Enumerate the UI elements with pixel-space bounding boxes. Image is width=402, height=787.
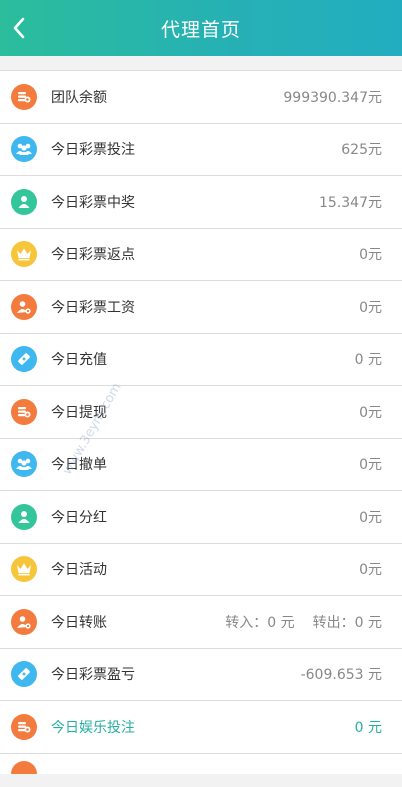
transfer-out-value: 转出：0 元 bbox=[312, 614, 382, 631]
row-value: 0 元 bbox=[354, 719, 382, 736]
row-value: -609.653 元 bbox=[300, 667, 382, 684]
ticket-icon bbox=[11, 661, 37, 688]
team-icon bbox=[11, 451, 37, 478]
user-coin-icon bbox=[11, 293, 37, 320]
row-value: 999390.347元 bbox=[283, 89, 382, 106]
row-label: 今日活动 bbox=[51, 562, 107, 579]
ticket-icon bbox=[11, 346, 37, 373]
transfer-in-value: 转入：0 元 bbox=[225, 614, 295, 631]
row-label: 今日娱乐投注 bbox=[51, 719, 135, 736]
row-label: 今日彩票中奖 bbox=[51, 194, 135, 211]
list-item-recharge[interactable]: 今日充值 0 元 bbox=[0, 334, 402, 386]
list-item-lottery-rebate[interactable]: 今日彩票返点 0元 bbox=[0, 229, 402, 281]
row-label: 今日充值 bbox=[51, 352, 107, 369]
row-value: 0 元 bbox=[354, 352, 382, 369]
row-value: 625元 bbox=[341, 142, 382, 159]
list-item-withdraw[interactable]: 今日提现 0元 bbox=[0, 386, 402, 439]
row-value: 0元 bbox=[359, 247, 382, 264]
coins-icon bbox=[11, 83, 37, 110]
list-item-activity[interactable]: 今日活动 0元 bbox=[0, 544, 402, 596]
list-item-lottery-salary[interactable]: 今日彩票工资 0元 bbox=[0, 281, 402, 334]
row-value: 0元 bbox=[359, 299, 382, 316]
list-item-lottery-profit[interactable]: 今日彩票盈亏 -609.653 元 bbox=[0, 649, 402, 701]
crown-icon bbox=[11, 241, 37, 268]
row-label: 今日转账 bbox=[51, 614, 107, 631]
row-label: 今日彩票投注 bbox=[51, 142, 135, 159]
row-label: 今日彩票返点 bbox=[51, 247, 135, 264]
row-label: 今日分红 bbox=[51, 509, 107, 526]
user-coin-icon bbox=[11, 608, 37, 635]
list-item-cancel-orders[interactable]: 今日撤单 0元 bbox=[0, 439, 402, 491]
list-item-partial[interactable] bbox=[0, 754, 402, 774]
list-item-dividend[interactable]: 今日分红 0元 bbox=[0, 491, 402, 544]
coins-icon bbox=[11, 760, 37, 774]
list-item-lottery-bets[interactable]: 今日彩票投注 625元 bbox=[0, 124, 402, 176]
agent-stats-list: 团队余额 999390.347元 今日彩票投注 625元 今日彩票中奖 15.3… bbox=[0, 70, 402, 774]
user-icon bbox=[11, 503, 37, 530]
row-label: 今日彩票盈亏 bbox=[51, 667, 135, 684]
row-value: 15.347元 bbox=[319, 194, 382, 211]
crown-icon bbox=[11, 556, 37, 583]
coins-icon bbox=[11, 713, 37, 740]
header-bar: 代理首页 bbox=[0, 0, 402, 56]
row-value: 0元 bbox=[359, 404, 382, 421]
coins-icon bbox=[11, 398, 37, 425]
row-label: 团队余额 bbox=[51, 89, 107, 106]
row-value: 0元 bbox=[359, 509, 382, 526]
row-label: 今日撤单 bbox=[51, 457, 107, 474]
row-value: 0元 bbox=[359, 562, 382, 579]
row-label: 今日提现 bbox=[51, 404, 107, 421]
page-title: 代理首页 bbox=[160, 18, 241, 41]
row-label: 今日彩票工资 bbox=[51, 299, 135, 316]
list-item-team-balance[interactable]: 团队余额 999390.347元 bbox=[0, 71, 402, 124]
list-item-transfer[interactable]: 今日转账 转入：0 元 转出：0 元 bbox=[0, 596, 402, 649]
team-icon bbox=[11, 136, 37, 163]
user-icon bbox=[11, 188, 37, 215]
list-item-entertainment-bets[interactable]: 今日娱乐投注 0 元 bbox=[0, 701, 402, 754]
row-value: 0元 bbox=[359, 457, 382, 474]
list-item-lottery-wins[interactable]: 今日彩票中奖 15.347元 bbox=[0, 176, 402, 229]
